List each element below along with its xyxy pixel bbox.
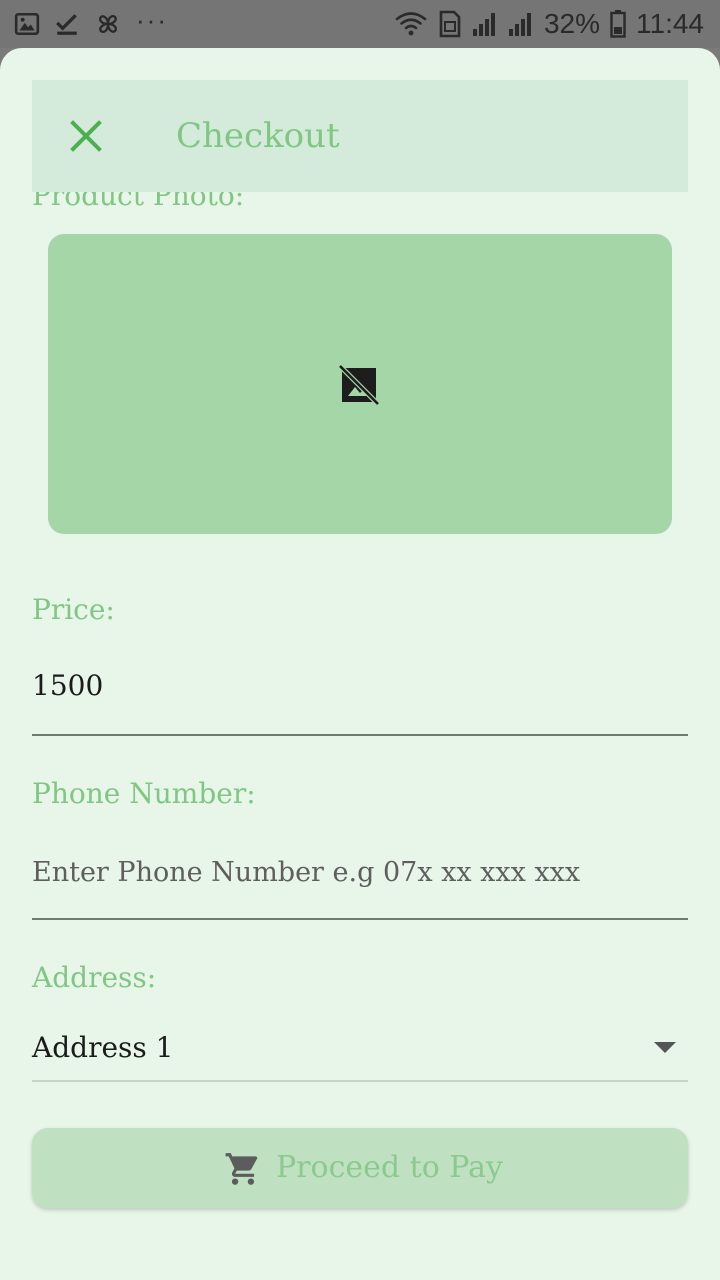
proceed-to-pay-button[interactable]: Proceed to Pay bbox=[32, 1128, 688, 1208]
arrow-drop-down-icon bbox=[654, 1042, 676, 1053]
clock: 11:44 bbox=[636, 8, 704, 39]
product-photo-placeholder[interactable] bbox=[48, 234, 672, 534]
task-check-icon bbox=[56, 14, 77, 35]
status-left-icons: ··· bbox=[14, 6, 168, 38]
more-notifications-icon: ··· bbox=[136, 5, 168, 35]
close-icon[interactable] bbox=[68, 118, 104, 154]
shopping-cart-icon bbox=[225, 1153, 258, 1185]
address-select[interactable]: Address 1 bbox=[32, 1016, 688, 1082]
gallery-icon bbox=[14, 12, 40, 36]
price-value: 1500 bbox=[32, 669, 104, 702]
phone-number-input[interactable] bbox=[32, 852, 672, 892]
phone-number-label: Phone Number: bbox=[32, 777, 256, 810]
price-field: 1500 bbox=[32, 648, 688, 736]
address-label: Address: bbox=[32, 961, 157, 994]
status-right-icons: 32% 11:44 bbox=[394, 8, 704, 40]
page-title: Checkout bbox=[176, 116, 340, 156]
battery-icon bbox=[610, 10, 626, 38]
sim-card-icon bbox=[439, 10, 461, 38]
signal-icon bbox=[472, 13, 495, 36]
pinwheel-icon bbox=[98, 14, 118, 34]
app-bar: Checkout bbox=[32, 80, 688, 192]
address-selected-value: Address 1 bbox=[32, 1031, 174, 1064]
status-bar: ··· 32% 11:44 bbox=[0, 0, 720, 48]
hide-image-icon bbox=[338, 364, 380, 406]
wifi-icon bbox=[395, 12, 427, 36]
proceed-to-pay-label: Proceed to Pay bbox=[276, 1150, 503, 1185]
battery-percent: 32% bbox=[543, 8, 600, 39]
signal-icon-2 bbox=[508, 13, 531, 36]
checkout-sheet: Checkout Product Photo: Price: 1500 Phon… bbox=[0, 48, 720, 1280]
phone-number-field[interactable] bbox=[32, 834, 688, 920]
price-label: Price: bbox=[32, 593, 115, 626]
